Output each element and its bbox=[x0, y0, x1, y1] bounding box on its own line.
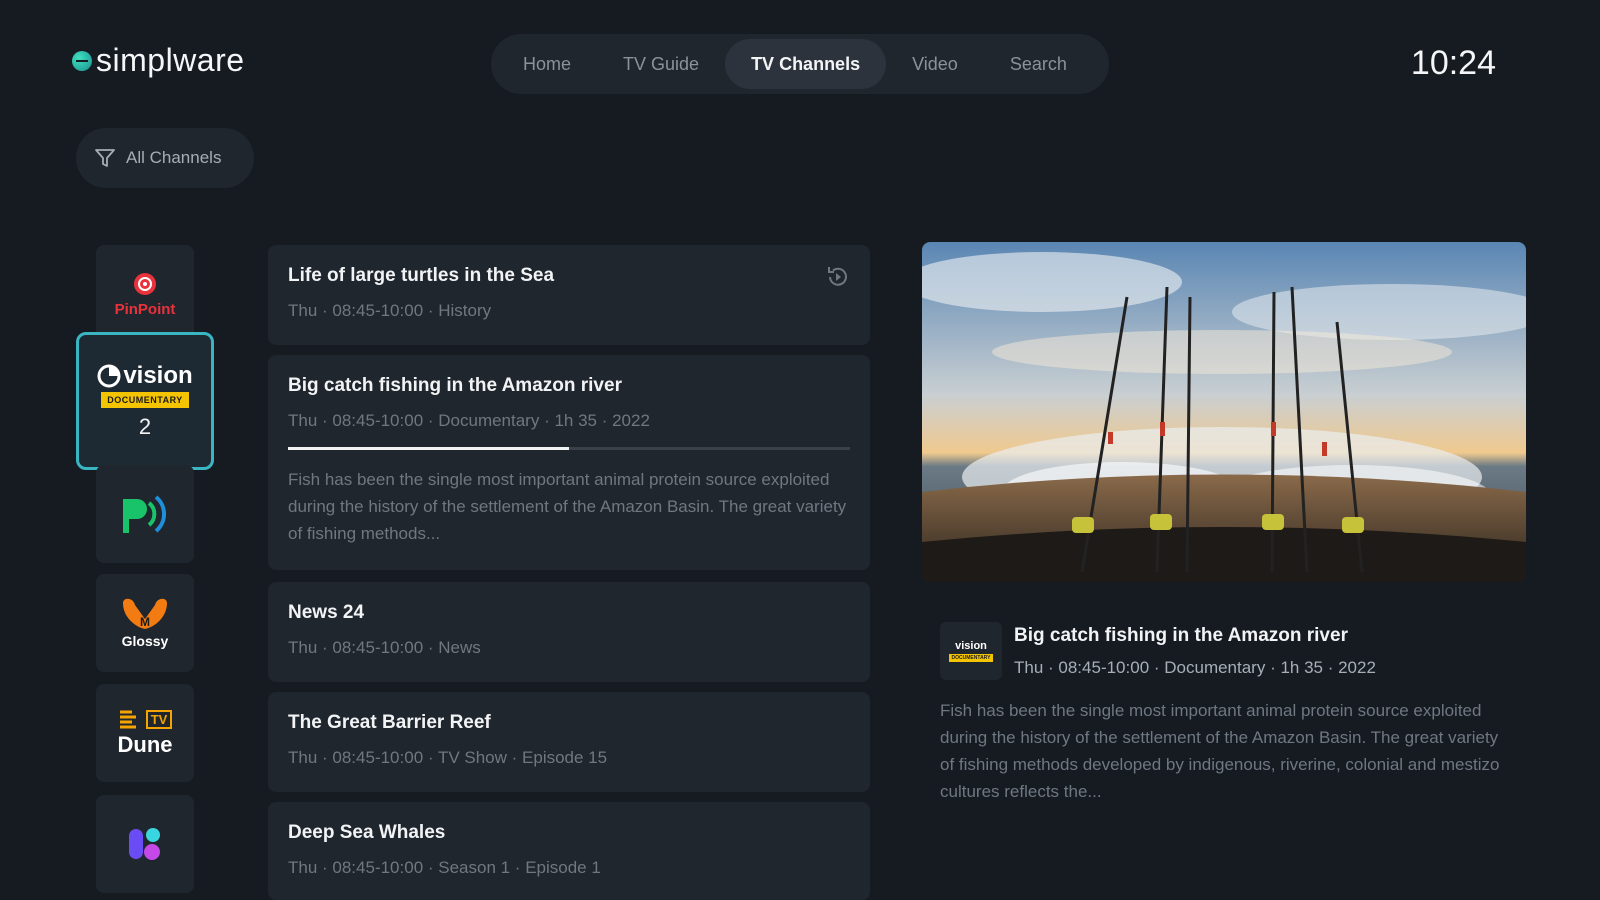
channel-name: Dune bbox=[117, 732, 173, 757]
program-preview-image bbox=[922, 242, 1526, 582]
channel-s[interactable] bbox=[96, 795, 194, 893]
fishing-boat-image bbox=[922, 242, 1526, 582]
detail-channel-logo: vision DOCUMENTARY bbox=[940, 622, 1002, 680]
channel-dune[interactable]: TV Dune bbox=[96, 684, 194, 782]
brand-logo-icon bbox=[72, 50, 92, 71]
program-title: Deep Sea Whales bbox=[288, 822, 446, 843]
detail-meta: Thu · 08:45-10:00 · Documentary · 1h 35 … bbox=[1014, 658, 1376, 677]
nav-tv-channels[interactable]: TV Channels bbox=[725, 39, 887, 89]
program-item[interactable]: Life of large turtles in the Sea Thu · 0… bbox=[268, 245, 870, 345]
nav-tv-guide[interactable]: TV Guide bbox=[597, 39, 725, 89]
program-progress-fill bbox=[288, 447, 569, 450]
program-item[interactable]: News 24 Thu · 08:45-10:00 · News bbox=[268, 582, 870, 682]
program-meta: Thu · 08:45-10:00 · News bbox=[288, 638, 481, 657]
channel-name: Glossy bbox=[121, 633, 169, 649]
channel-p[interactable] bbox=[96, 465, 194, 563]
s-channel-logo-icon bbox=[129, 828, 160, 860]
detail-channel-name: vision bbox=[955, 640, 987, 652]
p-channel-logo-icon bbox=[123, 495, 167, 533]
program-meta: Thu · 08:45-10:00 · TV Show · Episode 15 bbox=[288, 748, 608, 767]
program-meta: Thu · 08:45-10:00 · Documentary · 1h 35 … bbox=[288, 411, 650, 430]
program-meta: Thu · 08:45-10:00 · Season 1 · Episode 1 bbox=[288, 858, 601, 877]
program-description: Fish has been the single most important … bbox=[288, 470, 847, 543]
channel-number: 2 bbox=[138, 414, 152, 439]
nav-search[interactable]: Search bbox=[984, 39, 1093, 89]
program-title: Big catch fishing in the Amazon river bbox=[288, 375, 622, 396]
channel-tag: DOCUMENTARY bbox=[101, 392, 189, 408]
program-title: The Great Barrier Reef bbox=[288, 712, 491, 733]
program-progress-bar bbox=[288, 447, 850, 450]
main-nav: Home TV Guide TV Channels Video Search bbox=[491, 34, 1109, 94]
program-meta: Thu · 08:45-10:00 · History bbox=[288, 301, 492, 320]
channel-tag: TV bbox=[145, 709, 173, 729]
filter-icon bbox=[95, 149, 115, 167]
glossy-logo-icon: M bbox=[123, 598, 167, 629]
svg-text:M: M bbox=[140, 615, 150, 629]
vision-logo-icon bbox=[97, 364, 121, 388]
channel-name: vision bbox=[123, 362, 193, 389]
program-item-selected[interactable]: Big catch fishing in the Amazon river Th… bbox=[268, 355, 870, 570]
channel-name: PinPoint bbox=[114, 300, 176, 318]
channel-glossy[interactable]: M Glossy bbox=[96, 574, 194, 672]
nav-home[interactable]: Home bbox=[497, 39, 597, 89]
program-title: News 24 bbox=[288, 602, 365, 623]
program-title: Life of large turtles in the Sea bbox=[288, 265, 555, 286]
detail-description: Fish has been the single most important … bbox=[940, 701, 1500, 801]
pinpoint-logo-icon bbox=[134, 272, 156, 295]
program-item[interactable]: The Great Barrier Reef Thu · 08:45-10:00… bbox=[268, 692, 870, 792]
nav-video[interactable]: Video bbox=[886, 39, 984, 89]
dune-logo-icon bbox=[119, 710, 136, 729]
restart-icon[interactable] bbox=[824, 263, 852, 291]
channel-pinpoint[interactable]: PinPoint bbox=[96, 245, 194, 343]
brand-logo: simplware bbox=[72, 42, 245, 79]
program-item[interactable]: Deep Sea Whales Thu · 08:45-10:00 · Seas… bbox=[268, 802, 870, 900]
channel-filter-label: All Channels bbox=[126, 148, 222, 167]
clock: 10:24 bbox=[1410, 44, 1496, 82]
channel-vision[interactable]: vision DOCUMENTARY 2 bbox=[76, 332, 214, 470]
detail-channel-tag: DOCUMENTARY bbox=[948, 654, 994, 662]
brand-name: simplware bbox=[96, 42, 245, 78]
detail-title: Big catch fishing in the Amazon river bbox=[1014, 625, 1348, 646]
channel-filter-button[interactable]: All Channels bbox=[76, 128, 254, 188]
